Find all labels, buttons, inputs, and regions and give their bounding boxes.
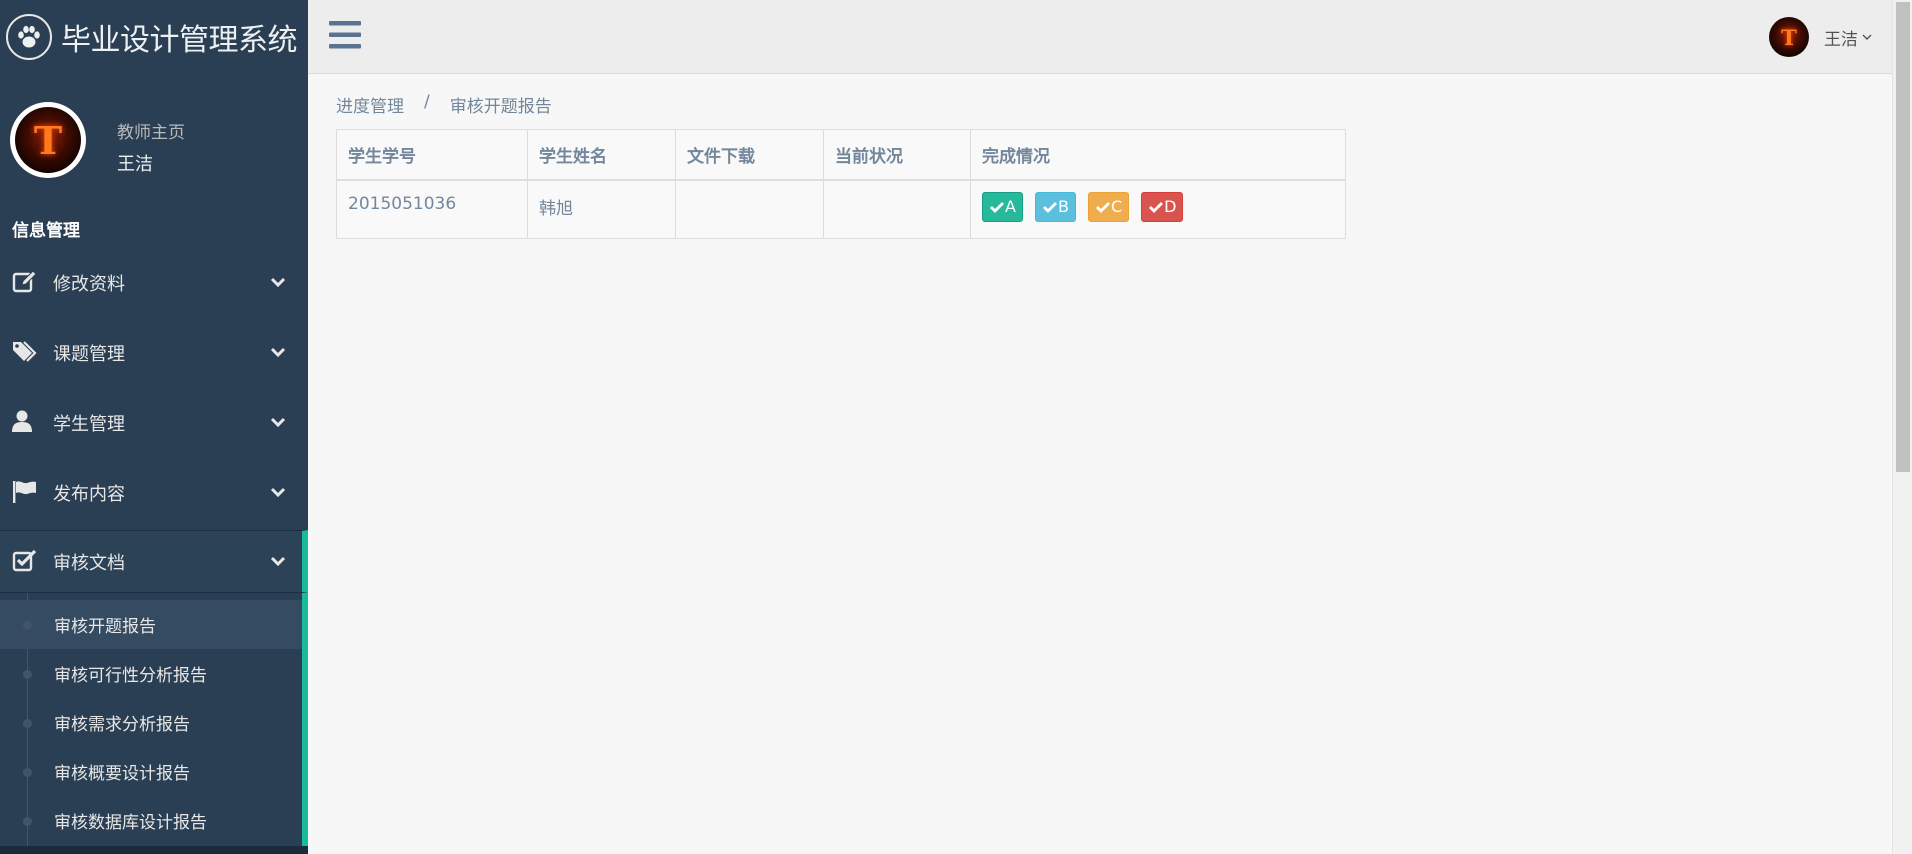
- page-scrollbar[interactable]: [1892, 0, 1912, 854]
- sidebar-item-label: 发布内容: [53, 484, 125, 505]
- column-header-student-id: 学生学号: [336, 129, 528, 181]
- section-title: 信息管理: [12, 220, 80, 241]
- main-content: 进度管理 / 审核开题报告 学生学号 学生姓名 文件下载 当前状况 完成情况 2…: [308, 75, 1892, 854]
- avatar: T: [10, 102, 86, 178]
- column-header-student-name: 学生姓名: [527, 129, 676, 181]
- top-nav: T 王洁: [308, 0, 1892, 74]
- grade-b-label: B: [1057, 197, 1069, 216]
- chevron-down-icon: [270, 347, 286, 358]
- check-square-icon: [12, 549, 37, 572]
- grade-button-group: A B C D: [982, 191, 1334, 222]
- sidebar-item-students[interactable]: 学生管理: [0, 388, 308, 458]
- brand-title: 毕业设计管理系统: [61, 23, 298, 58]
- column-header-status: 当前状况: [823, 129, 971, 181]
- cell-download[interactable]: [675, 179, 824, 239]
- submenu-item-opening-report[interactable]: 审核开题报告: [0, 600, 302, 649]
- chevron-down-icon: [270, 277, 286, 288]
- submenu-item-outline-design-report[interactable]: 审核概要设计报告: [0, 747, 302, 796]
- tags-icon: [13, 341, 37, 362]
- sidebar-item-edit-profile[interactable]: 修改资料: [0, 248, 308, 318]
- breadcrumb-separator: /: [424, 92, 430, 112]
- sidebar-item-label: 学生管理: [53, 414, 125, 435]
- chevron-down-icon: [1862, 34, 1872, 40]
- grade-a-button[interactable]: A: [982, 191, 1023, 222]
- grade-d-button[interactable]: D: [1141, 191, 1184, 222]
- check-icon: [1149, 201, 1164, 213]
- check-icon: [1095, 201, 1110, 213]
- breadcrumb-parent[interactable]: 进度管理: [336, 92, 404, 117]
- brand[interactable]: 毕业设计管理系统: [0, 0, 308, 74]
- sidebar-item-label: 修改资料: [53, 274, 125, 295]
- chevron-down-icon: [270, 417, 286, 428]
- scrollbar-thumb[interactable]: [1896, 2, 1910, 472]
- grade-a-label: A: [1005, 197, 1016, 216]
- cell-status: [823, 179, 971, 239]
- check-icon: [1042, 201, 1057, 213]
- grade-d-label: D: [1164, 197, 1177, 216]
- grade-c-button[interactable]: C: [1087, 191, 1130, 222]
- flag-icon: [13, 481, 36, 503]
- profile-welcome: 教师主页: [117, 123, 185, 143]
- submenu-review-docs: 审核开题报告 审核可行性分析报告 审核需求分析报告 审核概要设计报告 审核数据库…: [0, 593, 308, 853]
- cell-student-id: 2015051036: [336, 179, 528, 239]
- check-icon: [990, 201, 1004, 213]
- table-row: 2015051036 韩旭 A B C D: [336, 179, 1346, 239]
- chevron-down-icon: [270, 556, 286, 567]
- grade-b-button[interactable]: B: [1034, 191, 1076, 222]
- user-name: 王洁: [1824, 29, 1858, 50]
- chevron-down-icon: [270, 487, 286, 498]
- breadcrumb: 进度管理 / 审核开题报告: [336, 92, 552, 117]
- submenu-item-database-design-report[interactable]: 审核数据库设计报告: [0, 796, 302, 845]
- cell-completion: A B C D: [970, 179, 1346, 239]
- breadcrumb-current: 审核开题报告: [449, 97, 552, 117]
- sidebar-item-label: 审核文档: [53, 552, 125, 574]
- profile-name: 王洁: [117, 154, 153, 175]
- paw-icon: [6, 14, 52, 60]
- cell-student-name: 韩旭: [527, 179, 676, 239]
- grade-c-label: C: [1110, 197, 1123, 216]
- report-table: 学生学号 学生姓名 文件下载 当前状况 完成情况 2015051036 韩旭 A: [336, 129, 1346, 239]
- edit-icon: [12, 270, 37, 293]
- sidebar-footer: [0, 846, 308, 854]
- avatar: T: [1769, 17, 1809, 57]
- table-header-row: 学生学号 学生姓名 文件下载 当前状况 完成情况: [336, 129, 1346, 181]
- column-header-download: 文件下载: [675, 129, 824, 181]
- column-header-completion: 完成情况: [970, 129, 1346, 181]
- sidebar-item-publish[interactable]: 发布内容: [0, 458, 308, 528]
- user-icon: [12, 410, 32, 432]
- sidebar: 毕业设计管理系统 T 教师主页 王洁 信息管理 修改资料 课题管理 学生管理 发…: [0, 0, 308, 854]
- sidebar-item-review-docs[interactable]: 审核文档: [0, 530, 308, 593]
- avatar-letter: T: [15, 107, 81, 173]
- submenu-item-requirements-report[interactable]: 审核需求分析报告: [0, 698, 302, 747]
- sidebar-item-label: 课题管理: [53, 344, 125, 365]
- profile: T 教师主页 王洁: [0, 74, 308, 208]
- user-dropdown[interactable]: T 王洁: [1769, 17, 1872, 57]
- submenu-item-feasibility-report[interactable]: 审核可行性分析报告: [0, 649, 302, 698]
- menu-toggle-icon[interactable]: [329, 21, 361, 49]
- sidebar-item-topics[interactable]: 课题管理: [0, 318, 308, 388]
